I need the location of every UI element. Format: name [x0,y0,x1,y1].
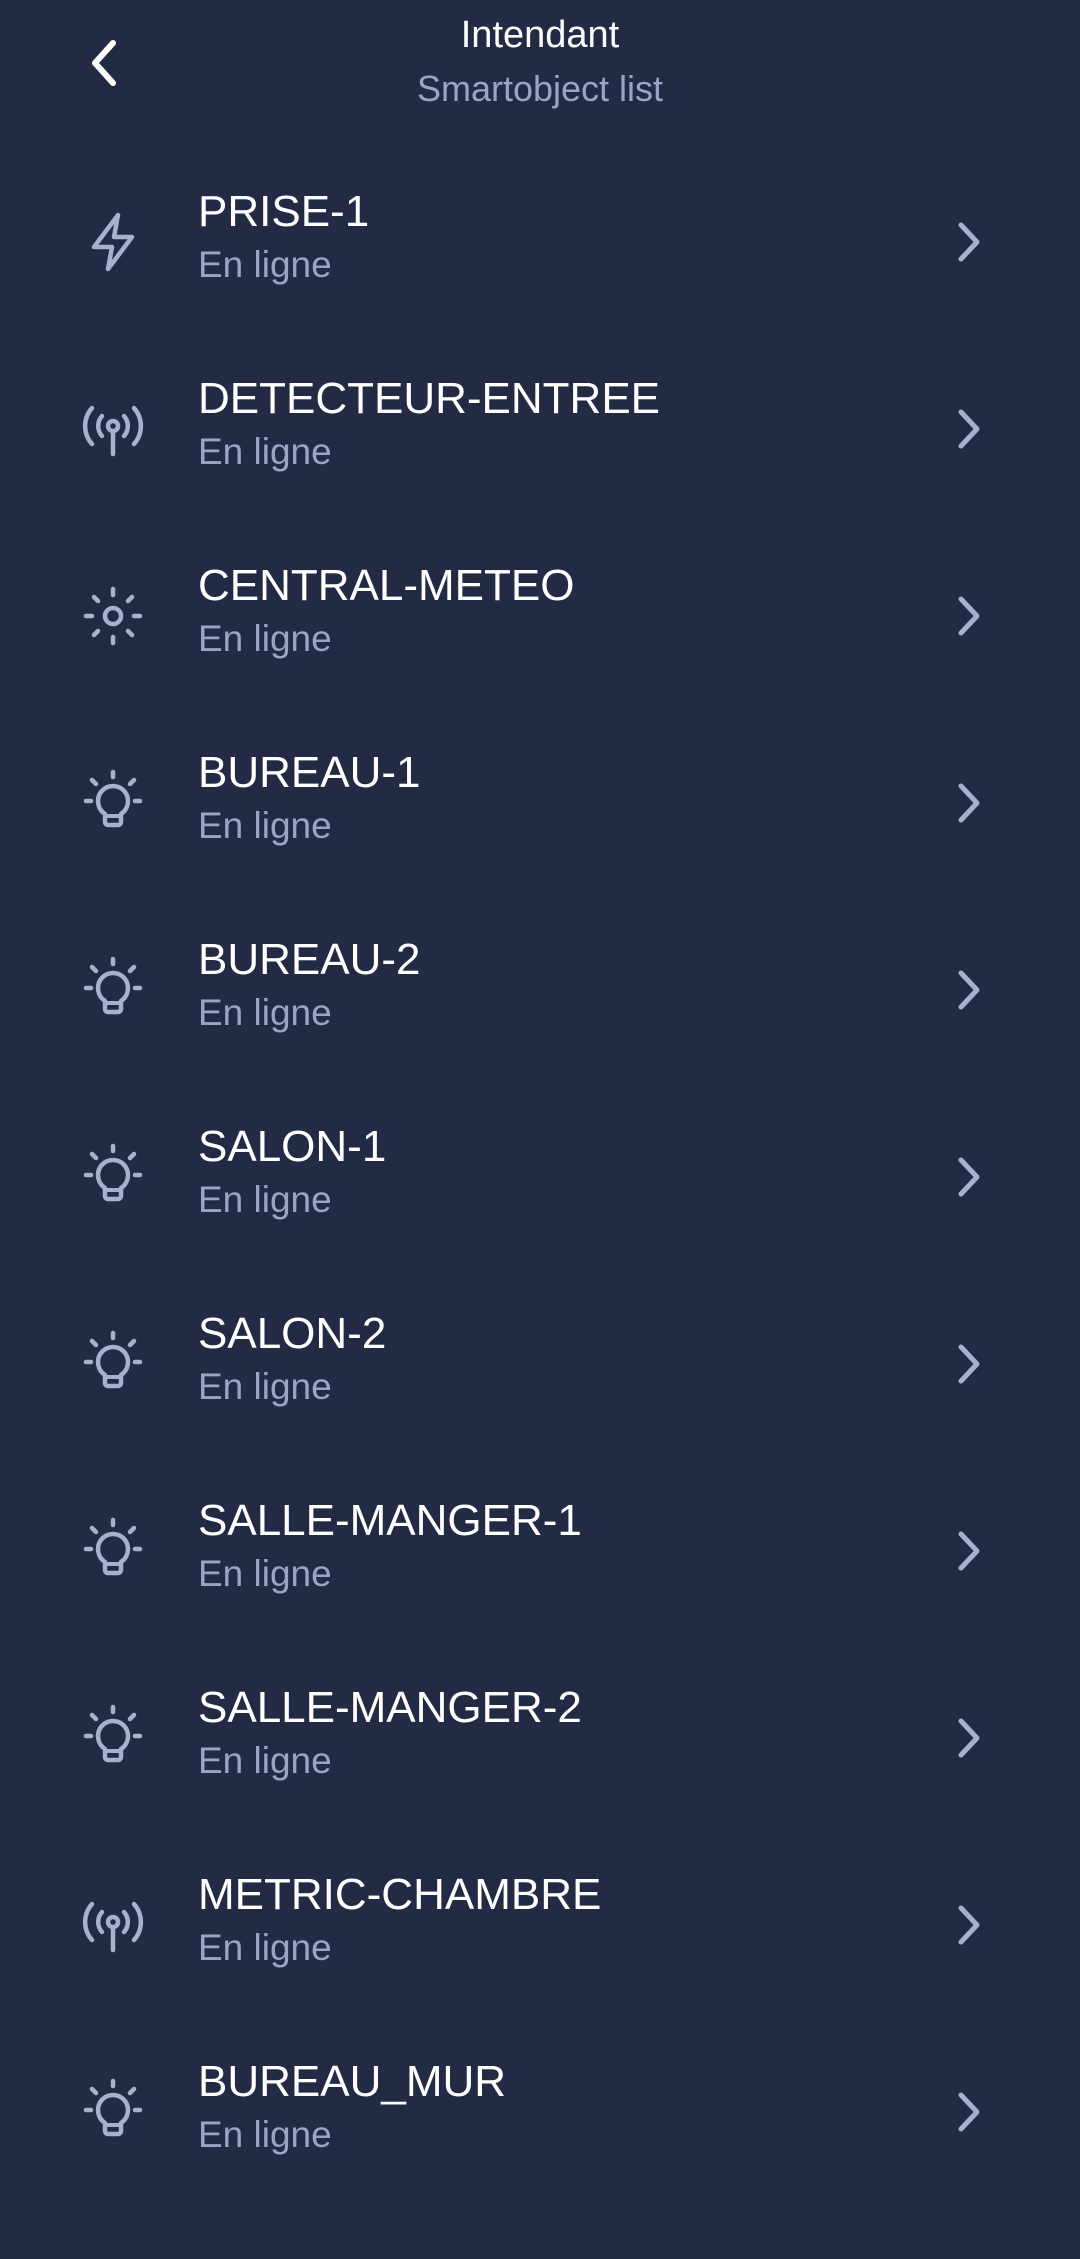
page-subtitle: Smartobject list [416,68,664,109]
list-item-text: DETECTEUR-ENTREE En ligne [198,373,660,475]
list-item-text: METRIC-CHAMBRE En ligne [198,1869,601,1971]
smartobject-list: PRISE-1 En ligne DETECTEUR-ENTREE En ligne C… [0,148,1080,2205]
lightbulb-icon [78,2077,148,2147]
list-item[interactable]: SALON-2 En ligne [0,1270,1080,1457]
device-name: BUREAU-1 [198,748,421,797]
device-status: En ligne [198,1927,332,1968]
lightbulb-icon [78,1516,148,1586]
device-name: BUREAU_MUR [198,2057,507,2106]
device-status: En ligne [198,431,332,472]
list-item-text: SALON-1 En ligne [198,1121,386,1223]
device-status: En ligne [198,2114,332,2155]
chevron-right-icon [950,217,986,267]
chevron-right-icon [950,1526,986,1576]
chevron-right-icon [950,1339,986,1389]
list-item[interactable]: METRIC-CHAMBRE En ligne [0,1831,1080,2018]
list-item-text: SALON-2 En ligne [198,1308,386,1410]
antenna-icon [78,394,148,464]
lightbulb-icon [78,1703,148,1773]
page-title: Intendant [460,14,620,56]
lightbulb-icon [78,1142,148,1212]
device-name: SALON-1 [198,1122,387,1171]
chevron-right-icon [950,1152,986,1202]
device-name: SALLE-MANGER-1 [198,1496,582,1545]
list-item[interactable]: BUREAU_MUR En ligne [0,2018,1080,2205]
list-item-text: BUREAU_MUR En ligne [198,2056,506,2158]
list-item[interactable]: PRISE-1 En ligne [0,148,1080,335]
chevron-right-icon [950,778,986,828]
list-item-text: CENTRAL-METEO En ligne [198,560,574,662]
device-status: En ligne [198,1366,332,1407]
device-name: DETECTEUR-ENTREE [198,374,661,423]
sun-icon [78,581,148,651]
bolt-icon [78,207,148,277]
app-header: Intendant Smartobject list [0,0,1080,140]
device-status: En ligne [198,805,332,846]
list-item-text: BUREAU-2 En ligne [198,934,421,1036]
list-item[interactable]: SALLE-MANGER-1 En ligne [0,1457,1080,1644]
device-name: SALLE-MANGER-2 [198,1683,582,1732]
chevron-right-icon [950,965,986,1015]
list-item[interactable]: BUREAU-2 En ligne [0,896,1080,1083]
chevron-right-icon [950,1713,986,1763]
device-name: SALON-2 [198,1309,387,1358]
chevron-right-icon [950,2087,986,2137]
chevron-right-icon [950,1900,986,1950]
chevron-right-icon [950,591,986,641]
lightbulb-icon [78,955,148,1025]
device-name: BUREAU-2 [198,935,421,984]
list-item-text: SALLE-MANGER-2 En ligne [198,1682,582,1784]
device-name: PRISE-1 [198,187,370,236]
device-status: En ligne [198,244,332,285]
antenna-icon [78,1890,148,1960]
device-name: CENTRAL-METEO [198,561,575,610]
device-status: En ligne [198,1553,332,1594]
list-item-text: PRISE-1 En ligne [198,186,369,288]
device-status: En ligne [198,618,332,659]
chevron-right-icon [950,404,986,454]
list-item-text: BUREAU-1 En ligne [198,747,421,849]
device-name: METRIC-CHAMBRE [198,1870,602,1919]
lightbulb-icon [78,768,148,838]
list-item[interactable]: DETECTEUR-ENTREE En ligne [0,335,1080,522]
list-item[interactable]: CENTRAL-METEO En ligne [0,522,1080,709]
device-status: En ligne [198,992,332,1033]
list-item[interactable]: SALLE-MANGER-2 En ligne [0,1644,1080,1831]
lightbulb-icon [78,1329,148,1399]
list-item[interactable]: SALON-1 En ligne [0,1083,1080,1270]
device-status: En ligne [198,1740,332,1781]
device-status: En ligne [198,1179,332,1220]
list-item[interactable]: BUREAU-1 En ligne [0,709,1080,896]
list-item-text: SALLE-MANGER-1 En ligne [198,1495,582,1597]
